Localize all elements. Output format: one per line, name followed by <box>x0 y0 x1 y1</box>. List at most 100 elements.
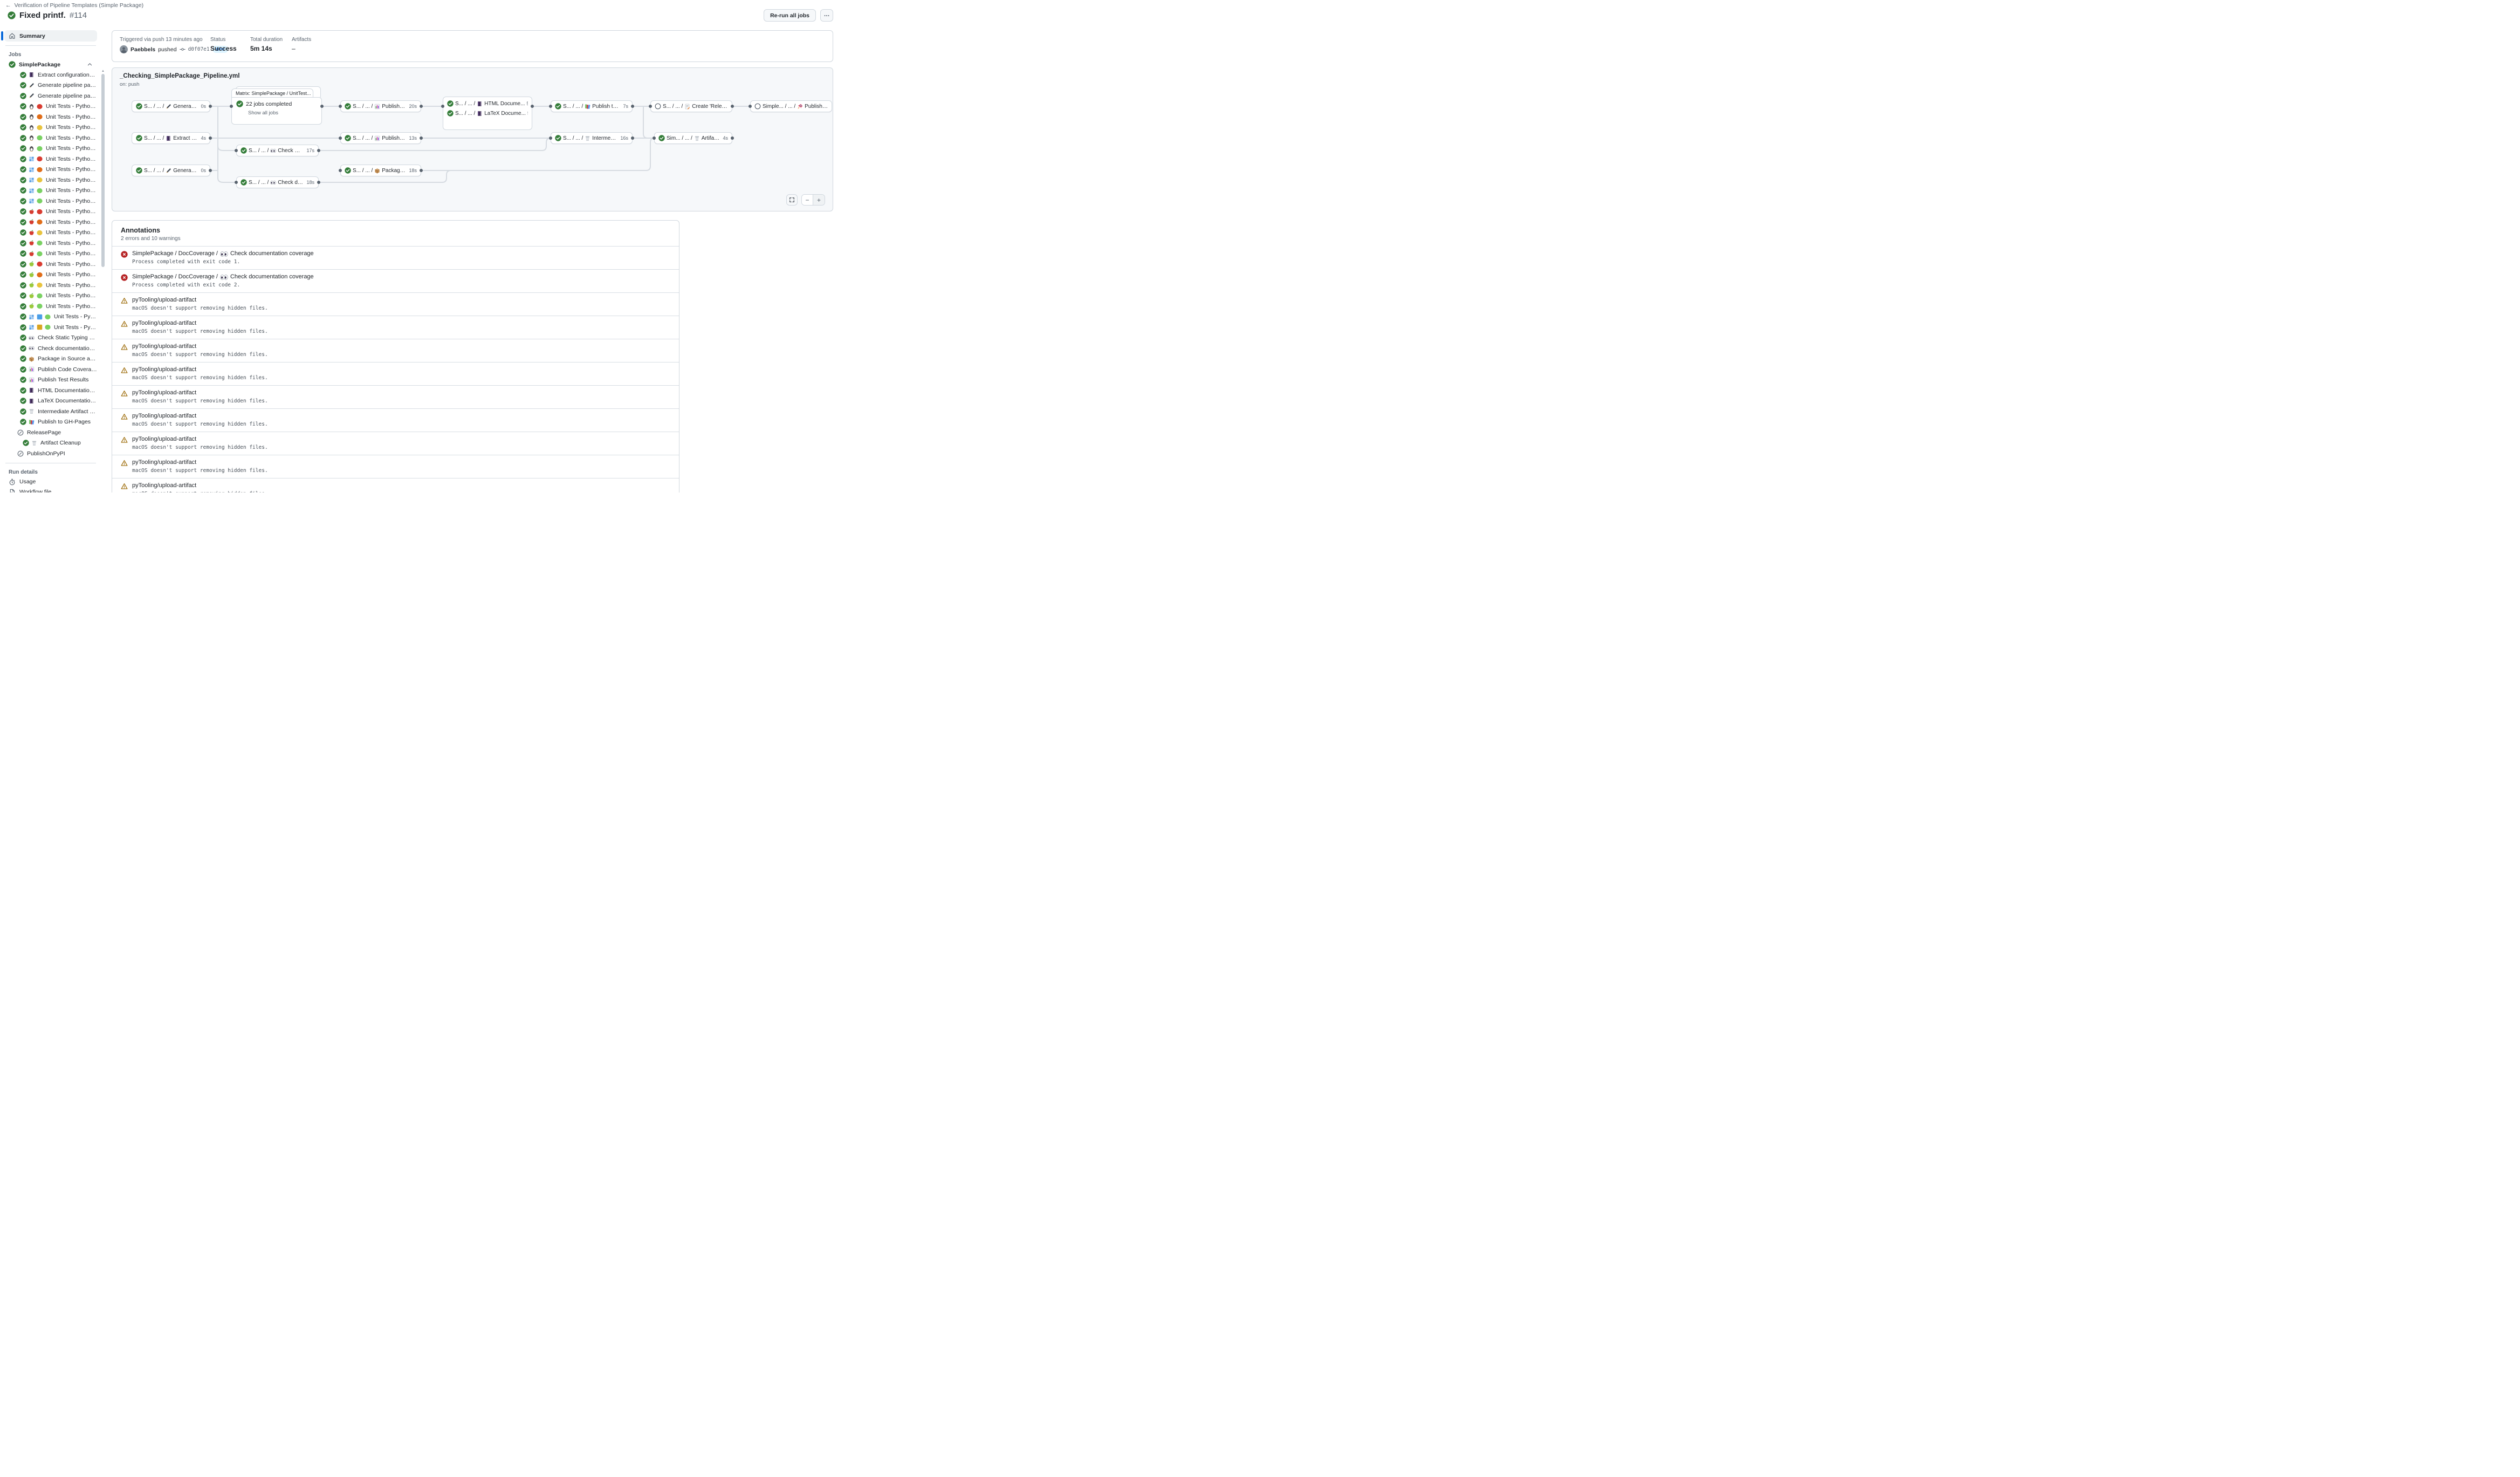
sidebar-job-label: LaTeX Documentation using ... <box>38 398 97 404</box>
pipeline-node[interactable]: S... / ... /Publish Test Re...13s <box>340 132 421 144</box>
sidebar-job-item[interactable]: Unit Tests - Python 3.10 <box>4 112 97 122</box>
sidebar-job-item[interactable]: Unit Tests - Python 3.9 <box>4 207 97 217</box>
sidebar-job-item[interactable]: HTML Documentation using ... <box>4 385 97 396</box>
fullscreen-button[interactable] <box>786 194 798 206</box>
node-label: Create 'Release Pa... <box>692 104 728 110</box>
sidebar-job-item[interactable]: Publish Test Results <box>4 375 97 386</box>
annotation-title[interactable]: pyTooling/upload-artifact <box>132 436 268 442</box>
sidebar-job-item[interactable]: Unit Tests - Python 3.11 <box>4 122 97 133</box>
annotation-title[interactable]: pyTooling/upload-artifact <box>132 459 268 466</box>
sidebar-job-item[interactable]: Unit Tests - Python 3.9 <box>4 154 97 165</box>
pipeline-node[interactable]: S... / ... /Package in Sou...18s <box>340 165 421 176</box>
scrollbar-thumb[interactable] <box>101 74 105 267</box>
pipeline-node[interactable]: S... / ... /HTML Docume...55s <box>447 100 528 107</box>
sidebar-job-item[interactable]: Artifact Cleanup <box>4 438 97 449</box>
annotation-detail: macOS doesn't support removing hidden fi… <box>132 375 268 381</box>
pipeline-node[interactable]: S... / ... /Check docume...18s <box>236 176 319 188</box>
sidebar-job-item[interactable]: Intermediate Artifact Cleanup <box>4 406 97 417</box>
sidebar-job-item[interactable]: Check documentation covera... <box>4 343 97 354</box>
chevron-up-icon[interactable] <box>87 61 93 67</box>
sidebar-job-item[interactable]: Unit Tests - Python 3.13 <box>4 196 97 207</box>
sidebar-job-item[interactable]: Unit Tests - Python 3.10 <box>4 165 97 175</box>
check-circle-icon <box>658 135 665 141</box>
sidebar-scrollbar[interactable]: ▲ <box>101 69 105 493</box>
pipeline-node[interactable]: S... / ... /Publish to GH-P...7s <box>551 100 633 112</box>
sidebar-job-item[interactable]: Unit Tests - Python 3.10 <box>4 217 97 228</box>
sidebar-job-item[interactable]: Unit Tests - Python 3.10 <box>4 270 97 281</box>
run-details-label: Run details <box>4 467 97 477</box>
sidebar-job-item[interactable]: Unit Tests - Python 3.12 <box>4 238 97 249</box>
sidebar-job-item[interactable]: Publish to GH-Pages <box>4 417 97 428</box>
pipeline-node[interactable]: S... / ... /Intermediate A...16s <box>551 132 633 144</box>
pipeline-node[interactable]: S... / ... /Publish Code C...20s <box>340 100 421 112</box>
more-options-button[interactable] <box>820 9 833 22</box>
node-label: Publish Test Re... <box>382 135 406 141</box>
pipeline-node[interactable]: S... / ... /Generate pipelin...0s <box>132 100 210 112</box>
sidebar-job-item[interactable]: Package in Source and Wheel... <box>4 354 97 365</box>
sidebar-job-item[interactable]: Unit Tests - Python 3.12 <box>4 291 97 302</box>
avatar[interactable] <box>120 45 128 53</box>
sidebar-job-item[interactable]: ReleasePage <box>4 427 97 438</box>
zoom-in-button[interactable]: + <box>813 195 825 205</box>
sidebar-job-label: Generate pipeline parameters <box>38 82 97 88</box>
ring-icon <box>754 103 761 110</box>
pipeline-node[interactable]: S... / ... /Check Static Ty...17s <box>236 145 319 156</box>
pipeline-node[interactable]: S... / ... /Generate pipelin...0s <box>132 165 210 176</box>
dot-green-icon <box>45 314 51 320</box>
pipeline-node[interactable]: Sim... / ... /Artifact Cleanup4s <box>654 132 732 144</box>
annotation-title[interactable]: pyTooling/upload-artifact <box>132 366 268 373</box>
matrix-tab[interactable]: Matrix: SimplePackage / UnitTest... <box>231 88 313 98</box>
sidebar-job-item[interactable]: LaTeX Documentation using ... <box>4 396 97 407</box>
sidebar-job-item[interactable]: Unit Tests - Python 3.12 <box>4 133 97 143</box>
sidebar-job-item[interactable]: Unit Tests - Python 3.13 <box>4 143 97 154</box>
sidebar-job-item[interactable]: Generate pipeline parameters <box>4 91 97 101</box>
breadcrumb[interactable]: ← Verification of Pipeline Templates (Si… <box>5 2 143 9</box>
show-all-jobs-link[interactable]: Show all jobs <box>248 110 317 116</box>
sidebar-job-item[interactable]: Publish Code Coverage Results <box>4 364 97 375</box>
annotation-detail: macOS doesn't support removing hidden fi… <box>132 329 268 334</box>
sidebar-job-item[interactable]: Extract configurations from p... <box>4 70 97 80</box>
usage-label: Usage <box>19 478 36 485</box>
sidebar-job-item[interactable]: Unit Tests - Python 3.11 <box>4 175 97 186</box>
actor-name[interactable]: Paebbels <box>131 46 155 53</box>
sidebar-job-item[interactable]: Unit Tests - Python 3.11 <box>4 280 97 291</box>
commit-sha[interactable]: d0f07e1 <box>188 46 210 52</box>
sidebar-job-item[interactable]: Unit Tests - Python 3.12 <box>4 322 97 333</box>
sidebar-job-item[interactable]: Generate pipeline parameters <box>4 80 97 91</box>
annotation-title[interactable]: pyTooling/upload-artifact <box>132 389 268 396</box>
check-circle-icon <box>136 167 142 174</box>
rerun-all-jobs-button[interactable]: Re-run all jobs <box>764 9 816 22</box>
sidebar-job-item[interactable]: PublishOnPyPI <box>4 448 97 459</box>
annotation-title[interactable]: pyTooling/upload-artifact <box>132 343 268 350</box>
annotation-title[interactable]: SimplePackage / DocCoverage /Check docum… <box>132 250 314 257</box>
sidebar-job-item[interactable]: Unit Tests - Python 3.12 <box>4 186 97 196</box>
zoom-out-button[interactable]: − <box>802 195 813 205</box>
sidebar-job-item[interactable]: Unit Tests - Python 3.13 <box>4 249 97 259</box>
node-prefix: S... / ... / <box>563 135 583 141</box>
sidebar-item-workflow-file[interactable]: Workflow file <box>4 487 97 493</box>
node-duration: 0s <box>199 104 206 109</box>
pipeline-node[interactable]: Simple... / ... /Publish to PyPI <box>750 100 832 112</box>
scroll-up-arrow-icon[interactable]: ▲ <box>101 69 105 73</box>
sidebar-job-item[interactable]: Unit Tests - Python 3.13 <box>4 301 97 312</box>
pipeline-node[interactable]: S... / ... /Create 'Release Pa... <box>650 100 732 112</box>
pipeline-node[interactable]: S... / ... /Extract configur...4s <box>132 132 210 144</box>
check-circle-icon <box>20 177 26 183</box>
pipeline-node[interactable]: S... / ... /LaTeX Docume...51s <box>447 110 528 117</box>
sidebar-job-item[interactable]: Unit Tests - Python 3.9 <box>4 101 97 112</box>
sidebar-job-item[interactable]: Unit Tests - Python 3.9 <box>4 259 97 270</box>
status-label: Status <box>210 37 237 43</box>
matrix-group-node[interactable]: 22 jobs completed Show all jobs <box>231 97 322 125</box>
annotation-title[interactable]: pyTooling/upload-artifact <box>132 482 268 489</box>
sidebar-job-item[interactable]: Unit Tests - Python 3.11 <box>4 228 97 238</box>
annotation-title[interactable]: pyTooling/upload-artifact <box>132 297 268 303</box>
sidebar-job-root[interactable]: SimplePackage <box>4 59 97 70</box>
sidebar-job-item[interactable]: Unit Tests - Python 3.12 <box>4 312 97 323</box>
annotation-title[interactable]: pyTooling/upload-artifact <box>132 413 268 419</box>
sidebar-item-usage[interactable]: Usage <box>4 477 97 487</box>
annotation-title[interactable]: pyTooling/upload-artifact <box>132 320 268 326</box>
node-label: Package in Sou... <box>382 168 406 174</box>
annotation-title[interactable]: SimplePackage / DocCoverage /Check docum… <box>132 273 314 280</box>
sidebar-item-summary[interactable]: Summary <box>4 30 97 42</box>
sidebar-job-item[interactable]: Check Static Typing using Pyt... <box>4 333 97 344</box>
